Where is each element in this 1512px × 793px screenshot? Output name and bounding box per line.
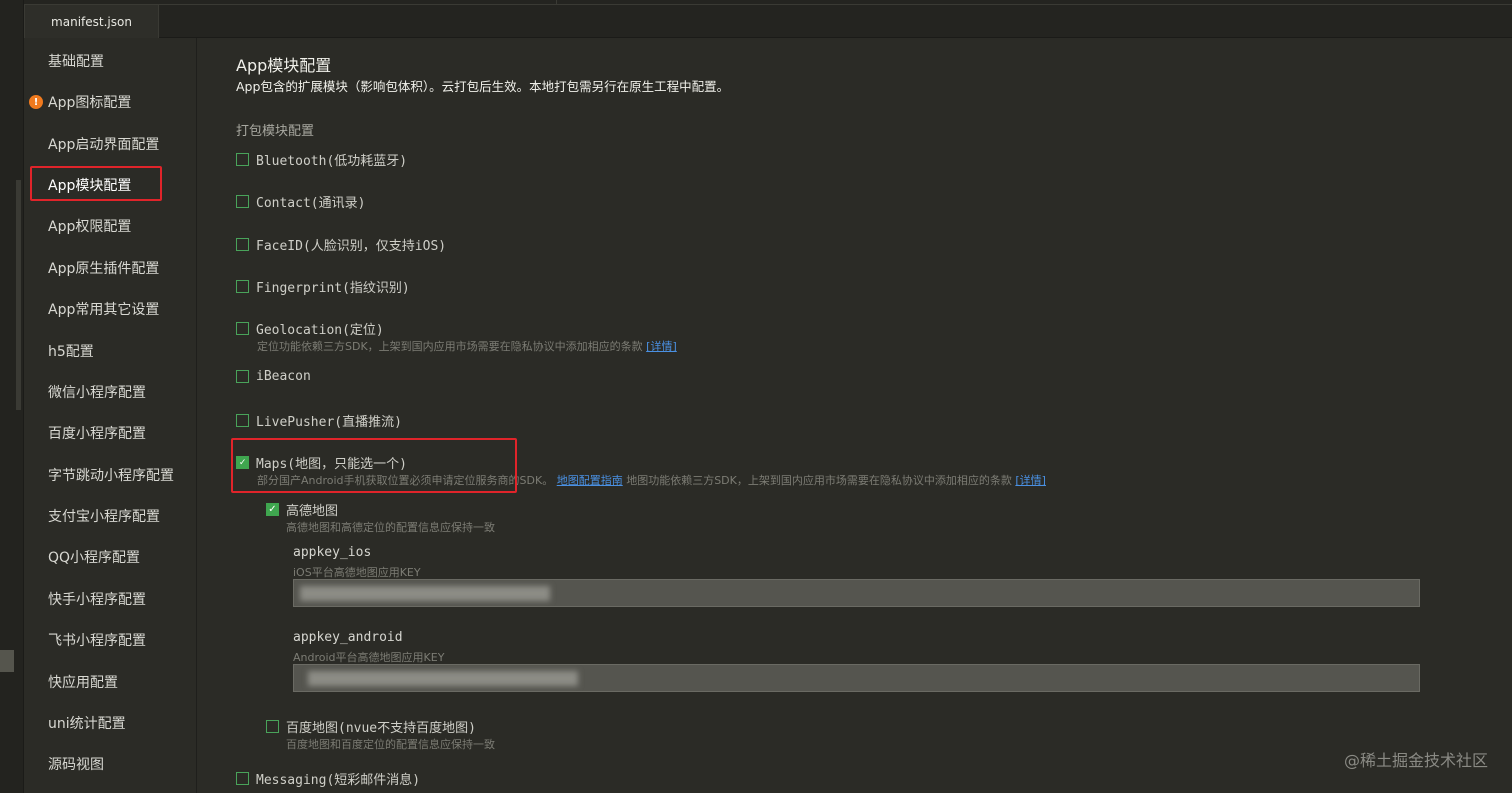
sidebar-item-label: App图标配置 [48,95,132,111]
sidebar-item-source-view[interactable]: 源码视图 [24,747,197,781]
tab-manifest-json[interactable]: manifest.json [24,4,159,38]
module-label: Bluetooth(低功耗蓝牙) [256,154,408,169]
sidebar-item-basic[interactable]: 基础配置 [24,44,197,78]
desc-text: 地图功能依赖三方SDK，上架到国内应用市场需要在隐私协议中添加相应的条款 [626,474,1012,487]
appkey-ios-input[interactable] [293,579,1420,607]
map-guide-link[interactable]: 地图配置指南 [557,474,623,487]
sidebar-item-alipay[interactable]: 支付宝小程序配置 [24,499,197,533]
baidu-desc: 百度地图和百度定位的配置信息应保持一致 [286,738,495,751]
highlight-box-sidebar [30,166,162,201]
sidebar-item-app-icon[interactable]: ! App图标配置 [24,85,197,119]
checkbox[interactable] [236,238,249,251]
checkbox[interactable] [236,153,249,166]
warning-icon: ! [29,95,43,109]
module-geolocation[interactable]: Geolocation(定位) [236,319,384,338]
redacted-value [308,671,578,686]
tab-bar-line [159,4,1512,6]
sidebar-item-uni-stat[interactable]: uni统计配置 [24,706,197,740]
tab-divider [556,0,557,5]
details-link[interactable]: [详情] [1015,474,1046,487]
module-messaging[interactable]: Messaging(短彩邮件消息) [236,769,420,788]
module-label: Messaging(短彩邮件消息) [256,773,421,788]
sidebar-item-baidu[interactable]: 百度小程序配置 [24,416,197,450]
details-link[interactable]: [详情] [646,340,677,353]
gutter-scroll-thumb[interactable] [0,650,14,672]
module-label: Fingerprint(指纹识别) [256,281,410,296]
page-title: App模块配置 [236,56,332,75]
main-panel: App模块配置 App包含的扩展模块（影响包体积）。云打包后生效。本地打包需另行… [198,38,1512,793]
module-fingerprint[interactable]: Fingerprint(指纹识别) [236,277,410,296]
module-contact[interactable]: Contact(通讯录) [236,192,365,211]
checkbox[interactable] [236,370,249,383]
sidebar-item-app-permissions[interactable]: App权限配置 [24,209,197,243]
appkey-android-label: appkey_android [293,630,403,645]
sidebar-item-qq[interactable]: QQ小程序配置 [24,540,197,574]
sidebar-item-lark[interactable]: 飞书小程序配置 [24,623,197,657]
gutter-scrollbar[interactable] [16,180,21,410]
section-label: 打包模块配置 [236,124,315,139]
desc-text: 定位功能依赖三方SDK，上架到国内应用市场需要在隐私协议中添加相应的条款 [257,340,643,353]
module-label: iBeacon [256,369,311,384]
appkey-ios-desc: iOS平台高德地图应用KEY [293,566,421,579]
editor-tab-bar: manifest.json [24,0,1512,38]
left-gutter [0,0,24,793]
sidebar-item-app-other-settings[interactable]: App常用其它设置 [24,292,197,326]
checkbox[interactable] [236,280,249,293]
geolocation-desc: 定位功能依赖三方SDK，上架到国内应用市场需要在隐私协议中添加相应的条款 [详情… [257,338,677,354]
map-label: 高德地图 [286,504,339,519]
amap-desc: 高德地图和高德定位的配置信息应保持一致 [286,521,495,534]
map-label: 百度地图(nvue不支持百度地图) [286,721,476,736]
sidebar-item-toutiao[interactable]: 字节跳动小程序配置 [24,458,197,492]
module-ibeacon[interactable]: iBeacon [236,369,311,384]
sidebar-item-app-splash[interactable]: App启动界面配置 [24,127,197,161]
checkbox[interactable] [236,414,249,427]
module-label: Contact(通讯录) [256,196,366,211]
module-label: LivePusher(直播推流) [256,415,402,430]
checkbox-checked[interactable]: ✓ [266,503,279,516]
sidebar-item-kuaishou[interactable]: 快手小程序配置 [24,582,197,616]
page-subtitle: App包含的扩展模块（影响包体积）。云打包后生效。本地打包需另行在原生工程中配置… [236,79,730,94]
map-amap[interactable]: ✓ 高德地图 [266,500,338,519]
redacted-value [300,586,550,601]
module-bluetooth[interactable]: Bluetooth(低功耗蓝牙) [236,150,407,169]
highlight-box-maps [231,438,517,493]
appkey-android-desc: Android平台高德地图应用KEY [293,651,445,664]
sidebar-item-quickapp[interactable]: 快应用配置 [24,665,197,699]
map-baidu[interactable]: 百度地图(nvue不支持百度地图) [266,717,476,736]
settings-sidebar: 基础配置 ! App图标配置 App启动界面配置 App模块配置 App权限配置… [24,38,197,793]
watermark: @稀土掘金技术社区 [1343,751,1488,770]
module-label: FaceID(人脸识别，仅支持iOS) [256,239,447,254]
appkey-android-input[interactable] [293,664,1420,692]
module-label: Geolocation(定位) [256,323,384,338]
module-faceid[interactable]: FaceID(人脸识别，仅支持iOS) [236,235,446,254]
sidebar-item-weixin[interactable]: 微信小程序配置 [24,375,197,409]
checkbox[interactable] [266,720,279,733]
checkbox[interactable] [236,772,249,785]
sidebar-item-app-native-plugins[interactable]: App原生插件配置 [24,251,197,285]
module-livepusher[interactable]: LivePusher(直播推流) [236,411,402,430]
checkbox[interactable] [236,322,249,335]
checkbox[interactable] [236,195,249,208]
appkey-ios-label: appkey_ios [293,545,372,560]
sidebar-item-h5[interactable]: h5配置 [24,334,197,368]
